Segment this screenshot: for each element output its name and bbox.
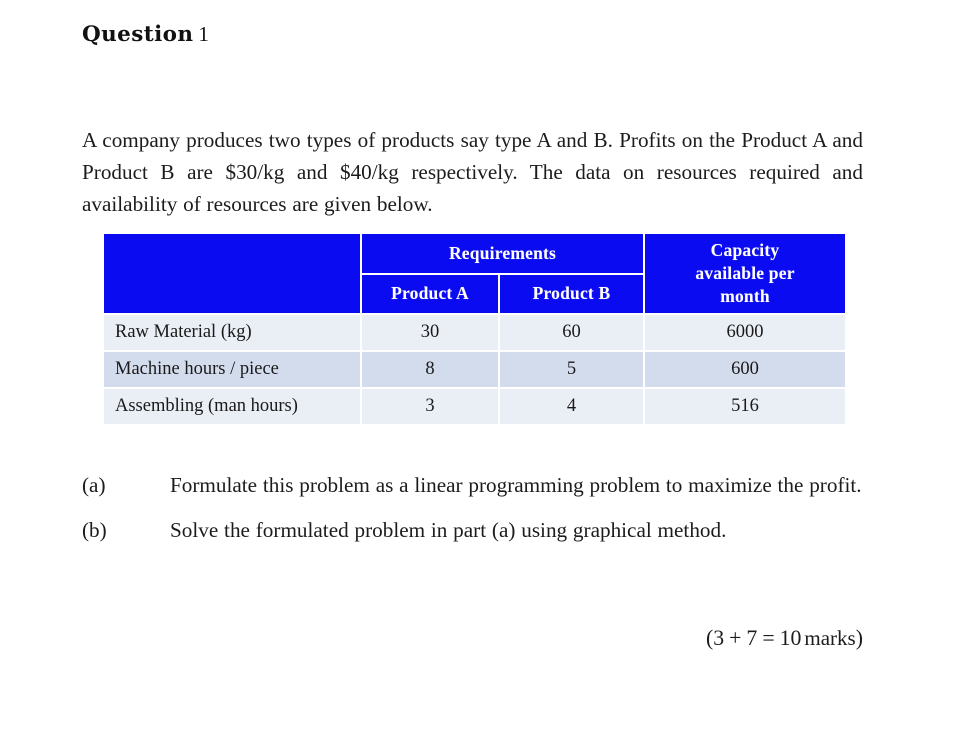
- marks-close-paren: ): [855, 626, 863, 650]
- header-cell-blank: [104, 234, 360, 313]
- marks-plus-sign: +: [729, 626, 742, 650]
- cell-machine-hours-product-b: 5: [500, 352, 644, 387]
- document-page: Question 1 A company produces two types o…: [0, 0, 971, 750]
- sub-questions-list: (a) Formulate this problem as a linear p…: [82, 469, 863, 559]
- sub-question-a: (a) Formulate this problem as a linear p…: [82, 469, 863, 501]
- cell-machine-hours-capacity: 600: [645, 352, 846, 387]
- table-body: Raw Material (kg) 30 60 6000 Machine hou…: [104, 315, 846, 424]
- marks-unit-label: marks: [804, 626, 856, 650]
- header-cell-requirements: Requirements: [362, 234, 644, 273]
- marks-first-part: 3: [713, 626, 725, 650]
- cell-raw-material-product-a: 30: [362, 315, 498, 350]
- cell-raw-material-capacity: 6000: [645, 315, 846, 350]
- cell-assembling-capacity: 516: [645, 389, 846, 424]
- question-number: 1: [198, 22, 210, 46]
- intro-paragraph: A company produces two types of products…: [82, 128, 863, 217]
- sub-question-b-text: Solve the formulated problem in part (a)…: [170, 518, 727, 542]
- row-label-machine-hours: Machine hours / piece: [104, 352, 360, 387]
- cell-machine-hours-product-a: 8: [362, 352, 498, 387]
- table-row: Raw Material (kg) 30 60 6000: [104, 315, 846, 350]
- capacity-line-2: available per: [695, 263, 795, 283]
- marks-equals-sign: =: [762, 626, 775, 650]
- capacity-line-1: Capacity: [710, 240, 780, 260]
- marks-line: (3 +7 = 10 marks): [82, 622, 863, 654]
- capacity-line-3: month: [720, 286, 770, 306]
- header-cell-product-b: Product B: [500, 274, 644, 313]
- sub-question-b-marker: (b): [82, 518, 107, 542]
- table-header: Requirements Capacity available per mont…: [104, 234, 846, 313]
- page-title: Question 1: [82, 22, 209, 47]
- table-row: Assembling (man hours) 3 4 516: [104, 389, 846, 424]
- row-label-raw-material: Raw Material (kg): [104, 315, 360, 350]
- question-label: Question: [82, 22, 194, 47]
- sub-question-a-marker: (a): [82, 473, 106, 497]
- sub-question-b: (b) Solve the formulated problem in part…: [82, 514, 863, 546]
- cell-assembling-product-a: 3: [362, 389, 498, 424]
- header-cell-capacity: Capacity available per month: [645, 234, 846, 313]
- header-cell-product-a: Product A: [362, 274, 498, 313]
- cell-raw-material-product-b: 60: [500, 315, 644, 350]
- marks-total: 10: [779, 626, 802, 650]
- resources-table: Requirements Capacity available per mont…: [102, 232, 848, 426]
- row-label-assembling: Assembling (man hours): [104, 389, 360, 424]
- table-row: Machine hours / piece 8 5 600: [104, 352, 846, 387]
- resources-table-wrapper: Requirements Capacity available per mont…: [102, 232, 848, 426]
- cell-assembling-product-b: 4: [500, 389, 644, 424]
- table-header-row-1: Requirements Capacity available per mont…: [104, 234, 846, 313]
- marks-second-part: 7: [746, 626, 758, 650]
- sub-question-a-text: Formulate this problem as a linear progr…: [170, 473, 862, 497]
